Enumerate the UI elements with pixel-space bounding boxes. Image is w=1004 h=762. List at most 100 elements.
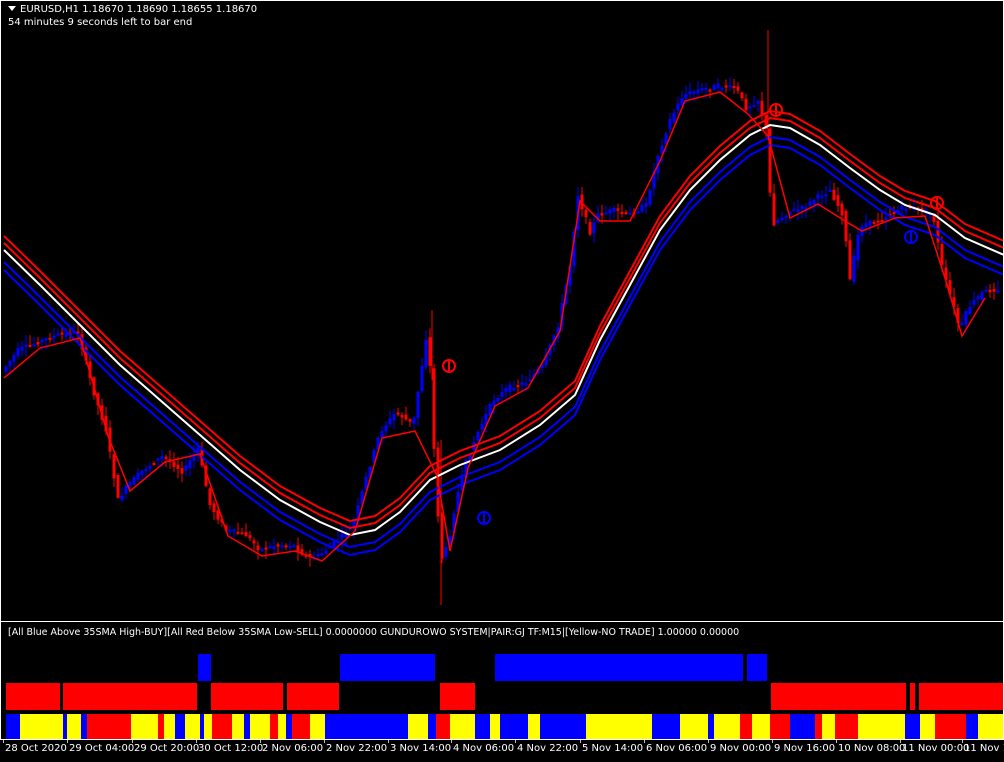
indicator-bar-state bbox=[158, 714, 164, 739]
indicator-bar-state bbox=[822, 714, 835, 739]
candle-body bbox=[608, 209, 612, 214]
bar-timer-text: 54 minutes 9 seconds left to bar end bbox=[8, 17, 193, 28]
candle-body bbox=[248, 535, 252, 539]
fast-ma-line bbox=[3, 91, 986, 562]
triangle-down-icon[interactable] bbox=[8, 6, 16, 11]
candle-body bbox=[724, 85, 728, 88]
indicator-bar-state bbox=[858, 714, 905, 739]
candle-body bbox=[428, 337, 432, 366]
candle-body bbox=[744, 98, 748, 111]
candle-body bbox=[700, 88, 704, 91]
time-tick bbox=[962, 740, 963, 743]
time-label: 2 Nov 22:00 bbox=[326, 743, 388, 754]
indicator-bar-state bbox=[450, 714, 475, 739]
candlestick-series bbox=[4, 30, 1000, 605]
indicator-bar-state bbox=[67, 714, 81, 739]
candle-body bbox=[32, 343, 36, 346]
indicator-bar-state bbox=[920, 714, 935, 739]
indicator-bar-red bbox=[6, 683, 60, 710]
candle-body bbox=[960, 322, 964, 325]
candle-body bbox=[644, 203, 648, 207]
time-label: 11 Nov 16:00 bbox=[964, 743, 1004, 754]
candle-body bbox=[292, 545, 296, 548]
time-label: 2 Nov 06:00 bbox=[262, 743, 324, 754]
candle-body bbox=[968, 306, 972, 314]
candle-body bbox=[800, 206, 804, 209]
candle-body bbox=[152, 463, 156, 465]
price-chart[interactable] bbox=[0, 0, 1004, 762]
candle-body bbox=[324, 550, 328, 554]
candle-body bbox=[876, 220, 880, 223]
candle-body bbox=[988, 289, 992, 293]
candle-body bbox=[4, 366, 8, 372]
time-tick bbox=[260, 740, 261, 743]
envelope-low-line bbox=[3, 143, 1004, 557]
indicator-bar-red bbox=[211, 683, 283, 710]
indicator-bar-state bbox=[540, 714, 586, 739]
candle-body bbox=[404, 414, 408, 420]
candle-body bbox=[48, 337, 52, 340]
indicator-bar-state bbox=[978, 714, 1004, 739]
candle-body bbox=[812, 200, 816, 205]
candle-body bbox=[668, 119, 672, 130]
indicator-bar-state bbox=[475, 714, 490, 739]
indicator-bar-state bbox=[500, 714, 528, 739]
candle-body bbox=[144, 469, 148, 472]
time-tick bbox=[3, 740, 4, 743]
indicator-bar-state bbox=[752, 714, 770, 739]
candle-body bbox=[516, 385, 520, 388]
candle-body bbox=[588, 222, 592, 235]
indicator-bars bbox=[6, 654, 1004, 739]
indicator-bar-state bbox=[490, 714, 500, 739]
indicator-bar-state bbox=[185, 714, 200, 739]
candle-body bbox=[52, 335, 56, 339]
indicator-bar-state bbox=[232, 714, 244, 739]
candle-body bbox=[848, 240, 852, 280]
time-tick bbox=[388, 740, 389, 743]
candle-body bbox=[932, 215, 936, 222]
candle-body bbox=[616, 208, 620, 211]
candle-body bbox=[808, 201, 812, 206]
candle-body bbox=[276, 544, 280, 547]
indicator-bar-state bbox=[586, 714, 652, 739]
candle-body bbox=[480, 423, 484, 430]
candle-body bbox=[44, 338, 48, 341]
candle-body bbox=[60, 332, 64, 335]
candle-body bbox=[160, 456, 164, 460]
candle-body bbox=[624, 212, 628, 214]
indicator-bar-state bbox=[966, 714, 978, 739]
indicator-bar-state bbox=[905, 714, 920, 739]
candle-body bbox=[816, 194, 820, 199]
time-axis: 28 Oct 2020 29 Oct 04:00 29 Oct 20:00 30 Oc… bbox=[0, 740, 1004, 762]
candle-body bbox=[444, 547, 448, 558]
candle-body bbox=[504, 388, 508, 393]
candle-body bbox=[384, 425, 388, 432]
time-tick bbox=[708, 740, 709, 743]
indicator-bar-state bbox=[325, 714, 336, 739]
indicator-bar-state bbox=[286, 714, 292, 739]
time-label: 29 Oct 20:00 bbox=[134, 743, 200, 754]
indicator-bar-state bbox=[428, 714, 436, 739]
candle-body bbox=[396, 412, 400, 415]
candle-body bbox=[636, 211, 640, 214]
time-tick bbox=[580, 740, 581, 743]
candle-body bbox=[884, 217, 888, 220]
time-label: 10 Nov 08:00 bbox=[838, 743, 906, 754]
candle-body bbox=[524, 383, 528, 386]
candle-body bbox=[148, 465, 152, 469]
indicator-bar-state bbox=[935, 714, 966, 739]
indicator-bar-state bbox=[815, 714, 822, 739]
time-tick bbox=[836, 740, 837, 743]
candle-body bbox=[868, 220, 872, 226]
candle-body bbox=[904, 208, 908, 211]
indicator-bar-red bbox=[287, 683, 339, 710]
candle-body bbox=[748, 106, 752, 109]
candle-body bbox=[752, 105, 756, 108]
candle-body bbox=[940, 244, 944, 265]
candle-body bbox=[648, 190, 652, 205]
candle-body bbox=[840, 203, 844, 216]
candle-body bbox=[628, 212, 632, 215]
candle-body bbox=[708, 89, 712, 92]
candle-body bbox=[112, 454, 116, 479]
symbol-quote-line[interactable]: EURUSD,H1 1.18670 1.18690 1.18655 1.1867… bbox=[8, 4, 257, 16]
